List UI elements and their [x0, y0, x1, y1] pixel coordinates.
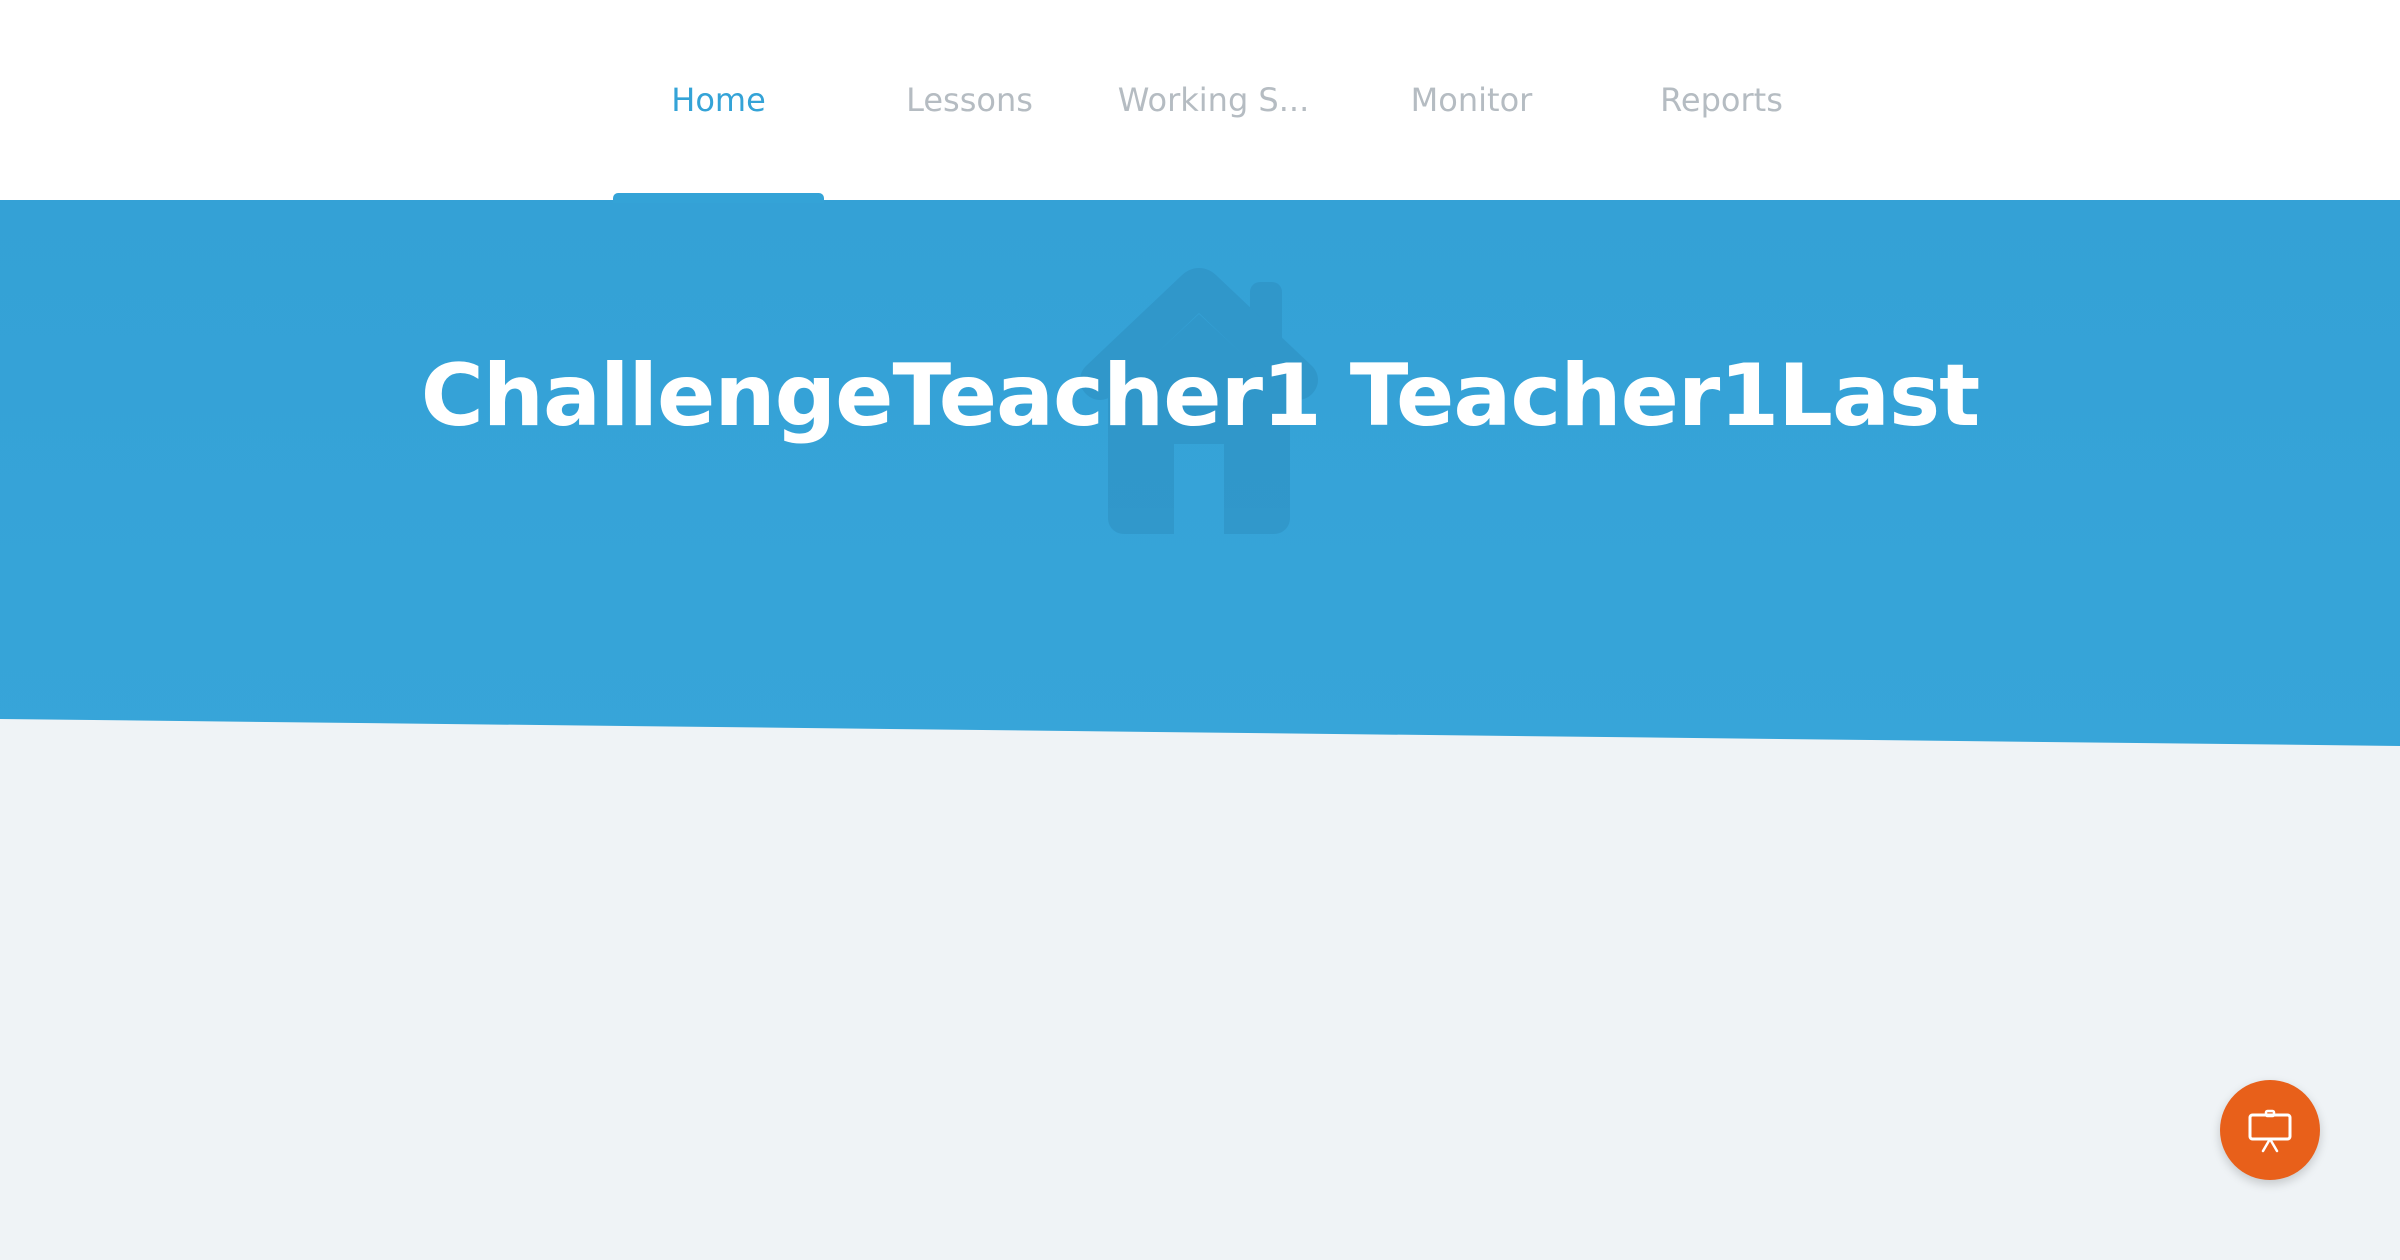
page: Home Lessons Working S... Monitor Report…: [0, 0, 2400, 1260]
tab-home[interactable]: Home: [613, 0, 824, 200]
tab-lessons-label: Lessons: [906, 81, 1033, 119]
presentation-board-icon: [2248, 1109, 2292, 1153]
tab-monitor-label: Monitor: [1410, 81, 1533, 119]
tab-reports-label: Reports: [1660, 81, 1783, 119]
top-navigation: Home Lessons Working S... Monitor Report…: [0, 0, 2400, 203]
tab-home-label: Home: [671, 81, 766, 119]
tab-working-s-label: Working S...: [1117, 81, 1310, 119]
active-tab-indicator: [613, 193, 824, 203]
page-title: ChallengeTeacher1 Teacher1Last: [420, 346, 1981, 446]
tab-working-s[interactable]: Working S...: [1108, 0, 1319, 200]
hero-banner: ChallengeTeacher1 Teacher1Last: [0, 198, 2400, 746]
presentation-button[interactable]: [2220, 1080, 2320, 1180]
tab-monitor[interactable]: Monitor: [1366, 0, 1577, 200]
tab-lessons[interactable]: Lessons: [864, 0, 1075, 200]
tab-reports[interactable]: Reports: [1616, 0, 1827, 200]
